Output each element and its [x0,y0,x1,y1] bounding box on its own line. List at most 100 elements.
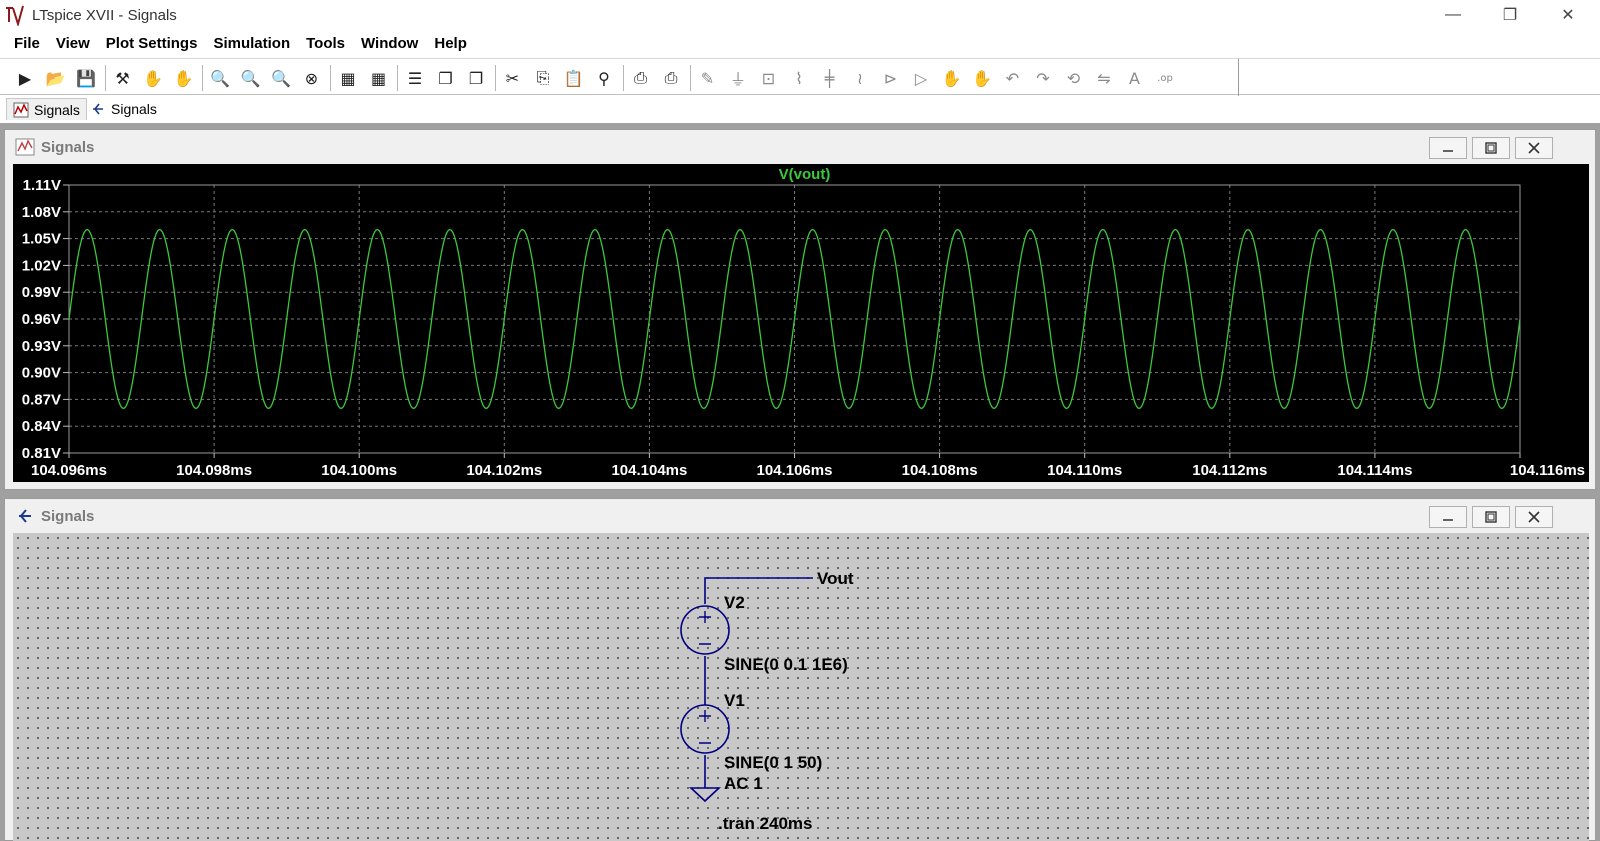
text-icon[interactable]: A [1122,65,1148,91]
find-icon[interactable]: ⚲ [591,65,617,91]
ground-symbol[interactable] [688,787,722,803]
zoom-in-icon[interactable]: 🔍 [238,65,264,91]
open-icon[interactable]: 📂 [43,65,69,91]
restore-button[interactable]: ❐ [1487,0,1533,30]
zoom-cancel-icon[interactable]: ⊗ [299,65,325,91]
ground-icon[interactable]: ⏚ [725,65,751,91]
component-icon[interactable]: ▷ [908,65,934,91]
y-tick-label: 0.81V [22,445,61,462]
diode-icon[interactable]: ⊳ [878,65,904,91]
close-button[interactable]: ✕ [1545,0,1591,30]
zoom-out-icon[interactable]: 🔍 [268,65,294,91]
voltage-source-v2[interactable] [680,605,730,655]
close-icon [1528,142,1540,154]
capacitor-icon[interactable]: ╪ [817,65,843,91]
x-tick-label: 104.112ms [1192,462,1267,479]
v2-value-label[interactable]: SINE(0 0.1 1E6) [724,655,848,674]
mirror-icon[interactable]: ⇋ [1091,65,1117,91]
waveform-window-titlebar[interactable]: Signals [5,130,1595,164]
minimize-icon [1443,150,1453,152]
cut-icon-glyph: ✂ [505,68,520,88]
minimize-button[interactable]: — [1430,0,1476,30]
v1-ac-label[interactable]: AC 1 [724,774,763,793]
y-tick-label: 0.90V [22,365,61,382]
autorange-icon[interactable]: ▦ [335,65,361,91]
schematic-window-titlebar[interactable]: Signals [5,499,1595,533]
tile-vertical-icon[interactable]: ❐ [463,65,489,91]
tile-horizontal-icon[interactable]: ☰ [402,65,428,91]
rotate-icon[interactable]: ⟲ [1061,65,1087,91]
rotate-icon-glyph: ⟲ [1066,68,1081,88]
schematic-canvas[interactable]: Vout V2 SINE(0 0.1 1E6) V1 SINE(0 1 50) … [13,533,1589,841]
menu-tools[interactable]: Tools [298,35,353,52]
cut-icon[interactable]: ✂ [500,65,526,91]
control-panel-icon[interactable]: ⚒ [110,65,136,91]
spice-directive-icon[interactable]: .op [1152,65,1178,91]
waveform-maximize-button[interactable] [1472,137,1510,159]
print-preview-icon[interactable]: ⎙ [658,65,684,91]
maximize-icon [1485,511,1497,523]
drag-icon[interactable]: ✋ [969,65,995,91]
schematic-minimize-button[interactable] [1429,506,1467,528]
menu-plot-settings[interactable]: Plot Settings [98,35,206,52]
menu-simulation[interactable]: Simulation [205,35,298,52]
tile-horizontal-icon-glyph: ☰ [407,68,423,88]
copy-icon[interactable]: ⎘ [530,65,556,91]
wire-icon[interactable]: ✎ [695,65,721,91]
inductor-icon[interactable]: ≀ [847,65,873,91]
tab-label: Signals [34,101,80,118]
capacitor-icon-glyph: ╪ [824,68,835,88]
move-icon[interactable]: ✋ [939,65,965,91]
resistor-icon[interactable]: ⌇ [786,65,812,91]
spice-directive-tran[interactable]: .tran 240ms [718,814,813,833]
minimize-icon: — [1445,6,1461,23]
print-icon[interactable]: ⎙ [628,65,654,91]
y-tick-label: 0.87V [22,391,61,408]
halt-icon[interactable]: ✋ [140,65,166,91]
menu-view[interactable]: View [48,35,98,52]
run-icon[interactable]: ▶ [12,65,38,91]
schematic-window[interactable]: Signals Vout V2 SINE(0 0.1 1E6) V1 SINE(… [4,498,1596,841]
tab-schematic-signals[interactable]: Signals [84,98,163,120]
waveform-minimize-button[interactable] [1429,137,1467,159]
menu-file[interactable]: File [6,35,48,52]
schematic-drawing[interactable]: Vout V2 SINE(0 0.1 1E6) V1 SINE(0 1 50) … [13,533,1589,841]
tab-waveform-signals[interactable]: Signals [6,98,87,120]
toolbar-separator [494,65,496,91]
paste-icon[interactable]: 📋 [561,65,587,91]
schematic-maximize-button[interactable] [1472,506,1510,528]
waveform-tab-icon [13,102,29,117]
label-net-icon[interactable]: ⊡ [756,65,782,91]
voltage-source-v1[interactable] [680,704,730,754]
v2-name-label[interactable]: V2 [724,593,745,612]
manual-limits-icon[interactable]: ▦ [366,65,392,91]
drag-icon-glyph: ✋ [972,68,992,88]
v1-name-label[interactable]: V1 [724,691,745,710]
net-label-vout[interactable]: Vout [817,569,854,588]
waveform-close-button[interactable] [1515,137,1553,159]
zoom-area-icon[interactable]: 🔍 [207,65,233,91]
waveform-plot-svg[interactable]: 1.11V 1.08V 1.05V 1.02V 0.99V 0.96V 0.93V 0.90V… [13,164,1589,482]
maximize-icon [1485,142,1497,154]
waveform-window[interactable]: Signals 1.11V 1.08V 1.05V 1.02V 0.99V 0.96V 0.… [4,129,1596,490]
cascade-icon[interactable]: ❐ [433,65,459,91]
toolbar-separator [689,65,691,91]
move-icon-glyph: ✋ [941,68,962,88]
cascade-icon-glyph: ❐ [438,68,453,88]
schematic-close-button[interactable] [1515,506,1553,528]
y-tick-label: 0.96V [22,311,61,328]
mdi-workspace: Signals 1.11V 1.08V 1.05V 1.02V 0.99V 0.96V 0.… [0,123,1600,841]
ground-icon-glyph: ⏚ [729,70,746,89]
save-icon[interactable]: 💾 [73,65,99,91]
pan-hand-icon[interactable]: ✋ [171,65,197,91]
redo-icon[interactable]: ↷ [1030,65,1056,91]
undo-icon[interactable]: ↶ [1000,65,1026,91]
waveform-plot-area[interactable]: 1.11V 1.08V 1.05V 1.02V 0.99V 0.96V 0.93V 0.90V… [13,164,1589,482]
wire-vout[interactable] [704,577,813,604]
menu-window[interactable]: Window [353,35,426,52]
toolbar-end-divider [1238,59,1239,96]
zoom-cancel-icon-glyph: ⊗ [304,68,319,88]
print-preview-icon-glyph: ⎙ [664,68,678,87]
menu-help[interactable]: Help [426,35,475,52]
v1-value-label[interactable]: SINE(0 1 50) [724,753,822,772]
